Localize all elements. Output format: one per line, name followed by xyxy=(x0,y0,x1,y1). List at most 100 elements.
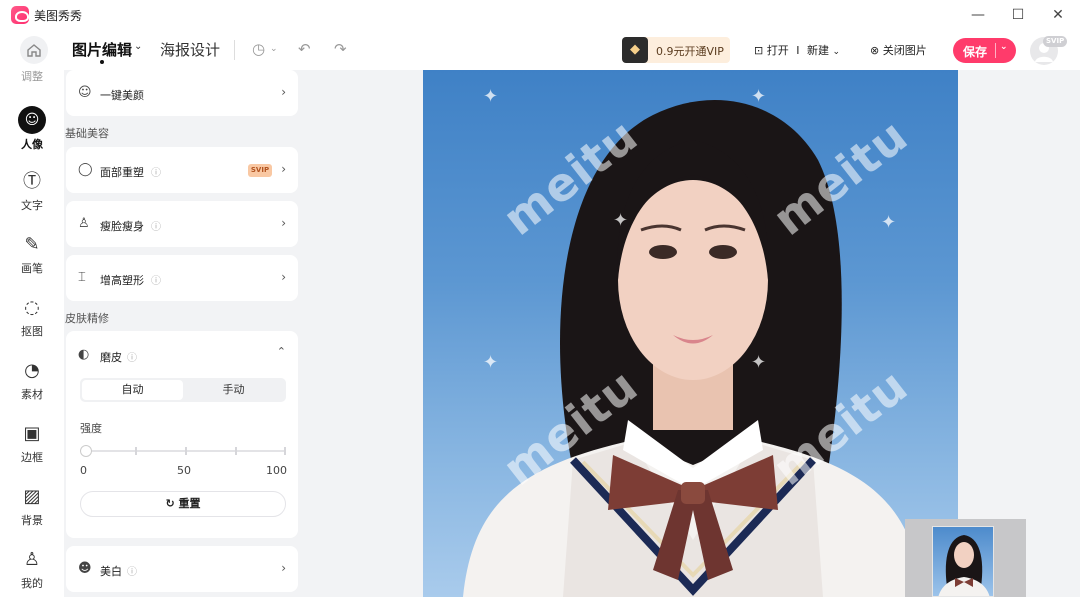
row-label: 增高塑形 xyxy=(100,274,144,287)
chevron-right-icon: › xyxy=(281,85,286,99)
tab-image-edit[interactable]: 图片编辑 xyxy=(72,39,132,60)
rail-item-sticker[interactable]: ◔ 素材 xyxy=(0,360,64,402)
portrait-photo[interactable]: meitu meitu meitu meitu ✦ ✦ ✦ ✦ ✦ ✦ xyxy=(423,70,958,597)
sparkle-icon: ✦ xyxy=(483,86,499,107)
slider-tick xyxy=(185,447,187,455)
save-chevron-icon[interactable]: ⌄ xyxy=(1000,42,1008,52)
slider-tick xyxy=(235,447,237,455)
rail-label: 我的 xyxy=(21,577,43,590)
vip-promo-button[interactable]: ◆ 0.9元开通VIP xyxy=(622,37,730,63)
row-label: 美白 xyxy=(100,565,122,578)
text-icon: Ⓣ xyxy=(23,171,41,192)
slider-handle[interactable] xyxy=(80,445,92,457)
section-title-skin: 皮肤精修 xyxy=(65,312,109,325)
rail-item-portrait[interactable]: ☺ 人像 xyxy=(0,106,64,152)
slider-min-label: 0 xyxy=(80,464,87,477)
rail-item-mine[interactable]: ♙ 我的 xyxy=(0,549,64,591)
chevron-down-icon[interactable]: ⌄ xyxy=(134,41,142,52)
sparkle-icon: ✦ xyxy=(751,86,767,107)
rail-item-background[interactable]: ▨ 背景 xyxy=(0,486,64,528)
help-icon[interactable]: ⓘ xyxy=(151,164,161,179)
redo-icon[interactable]: ↷ xyxy=(334,40,347,58)
save-divider xyxy=(995,43,996,58)
smooth-skin-icon: ◐ xyxy=(78,347,90,362)
thumbnail-image xyxy=(932,526,994,597)
open-icon: ⊡ xyxy=(754,44,764,57)
new-label[interactable]: 新建 xyxy=(807,44,829,57)
strength-label: 强度 xyxy=(80,422,102,435)
person-icon: ♙ xyxy=(78,216,90,231)
home-button[interactable] xyxy=(20,36,48,64)
sticker-icon: ◔ xyxy=(24,360,40,381)
whiten-row[interactable]: ☻ 美白 ⓘ › xyxy=(66,546,298,592)
minimize-button[interactable]: — xyxy=(966,4,990,26)
rail-item-frame[interactable]: ▣ 边框 xyxy=(0,423,64,465)
reset-button[interactable]: ↻ 重置 xyxy=(80,491,286,517)
close-image-label: 关闭图片 xyxy=(882,44,927,57)
app-title: 美图秀秀 xyxy=(34,9,83,23)
stretch-icon: ⌶ xyxy=(78,270,86,285)
history-icon[interactable]: ◷ xyxy=(252,40,265,58)
history-chevron-icon[interactable]: ⌄ xyxy=(270,44,278,54)
rail-label: 抠图 xyxy=(21,325,43,338)
smooth-skin-card: ◐ 磨皮 ⓘ ⌃ 自动 手动 强度 0 50 100 ↻ 重置 xyxy=(66,331,298,538)
strength-slider[interactable] xyxy=(86,447,286,455)
new-chevron-icon[interactable]: ⌄ xyxy=(832,47,840,57)
close-image-button[interactable]: ⊗ 关闭图片 xyxy=(870,42,927,58)
navigator-thumbnail[interactable] xyxy=(905,519,1026,597)
sparkle-icon: ✦ xyxy=(613,210,629,231)
rail-item-brush[interactable]: ✎ 画笔 xyxy=(0,234,64,276)
rail-item-text[interactable]: Ⓣ 文字 xyxy=(0,171,64,213)
help-icon[interactable]: ⓘ xyxy=(151,272,161,287)
height-shape-row[interactable]: ⌶ 增高塑形 ⓘ › xyxy=(66,255,298,301)
svip-badge: SVIP xyxy=(248,164,272,177)
maximize-button[interactable]: ☐ xyxy=(1006,4,1030,26)
chevron-up-icon[interactable]: ⌃ xyxy=(277,345,286,358)
help-icon[interactable]: ⓘ xyxy=(127,349,137,364)
sparkle-icon: ✦ xyxy=(483,352,499,373)
background-icon: ▨ xyxy=(23,486,41,507)
svip-tag: SVIP xyxy=(1043,36,1068,47)
rail-item-adjust[interactable]: 调整 xyxy=(0,64,64,84)
help-icon[interactable]: ⓘ xyxy=(151,218,161,233)
undo-icon[interactable]: ↶ xyxy=(298,40,311,58)
cutout-icon: ◌ xyxy=(24,297,40,318)
mode-manual-button[interactable]: 手动 xyxy=(183,380,284,400)
section-title-basic: 基础美容 xyxy=(65,127,109,140)
rail-item-cutout[interactable]: ◌ 抠图 xyxy=(0,297,64,339)
close-window-button[interactable]: ✕ xyxy=(1046,4,1070,26)
help-icon[interactable]: ⓘ xyxy=(127,563,137,578)
slider-max-label: 100 xyxy=(266,464,287,477)
chevron-right-icon: › xyxy=(281,270,286,284)
chevron-right-icon: › xyxy=(281,561,286,575)
slim-body-row[interactable]: ♙ 瘦脸瘦身 ⓘ › xyxy=(66,201,298,247)
canvas-area: meitu meitu meitu meitu ✦ ✦ ✦ ✦ ✦ ✦ xyxy=(308,70,1080,597)
rail-label: 调整 xyxy=(21,70,43,83)
chevron-right-icon: › xyxy=(281,162,286,176)
row-label: 一键美颜 xyxy=(100,89,144,102)
mode-auto-button[interactable]: 自动 xyxy=(82,380,183,400)
rail-label: 文字 xyxy=(21,199,43,212)
open-label: 打开 xyxy=(766,44,789,57)
title-bar: 美图秀秀 — ☐ ✕ xyxy=(0,0,1080,30)
tab-poster-design[interactable]: 海报设计 xyxy=(160,39,220,60)
home-icon xyxy=(27,44,41,57)
chevron-right-icon: › xyxy=(281,216,286,230)
face-outline-icon: ◯ xyxy=(78,162,93,177)
diamond-icon: ◆ xyxy=(622,37,648,63)
reset-label: 重置 xyxy=(178,497,201,510)
face-reshape-row[interactable]: ◯ 面部重塑 ⓘ SVIP › xyxy=(66,147,298,193)
thumbnail-portrait xyxy=(938,535,990,596)
one-click-beauty-row[interactable]: ☺ 一键美颜 › xyxy=(66,70,298,116)
user-icon: ♙ xyxy=(23,549,41,570)
active-tab-indicator xyxy=(100,60,104,64)
rail-label: 素材 xyxy=(21,388,43,401)
face-dots-icon: ☻ xyxy=(78,561,92,576)
open-button[interactable]: ⊡ 打开 I 新建 ⌄ xyxy=(754,42,840,58)
portrait-icon: ☺ xyxy=(18,106,46,134)
face-sparkle-icon: ☺ xyxy=(78,85,92,100)
save-button[interactable]: 保存 ⌄ xyxy=(953,38,1016,63)
top-toolbar: 图片编辑 ⌄ 海报设计 ◷ ⌄ ↶ ↷ ◆ 0.9元开通VIP ⊡ 打开 I 新… xyxy=(0,30,1080,70)
smooth-skin-title: 磨皮 xyxy=(100,351,122,364)
row-label: 瘦脸瘦身 xyxy=(100,220,144,233)
